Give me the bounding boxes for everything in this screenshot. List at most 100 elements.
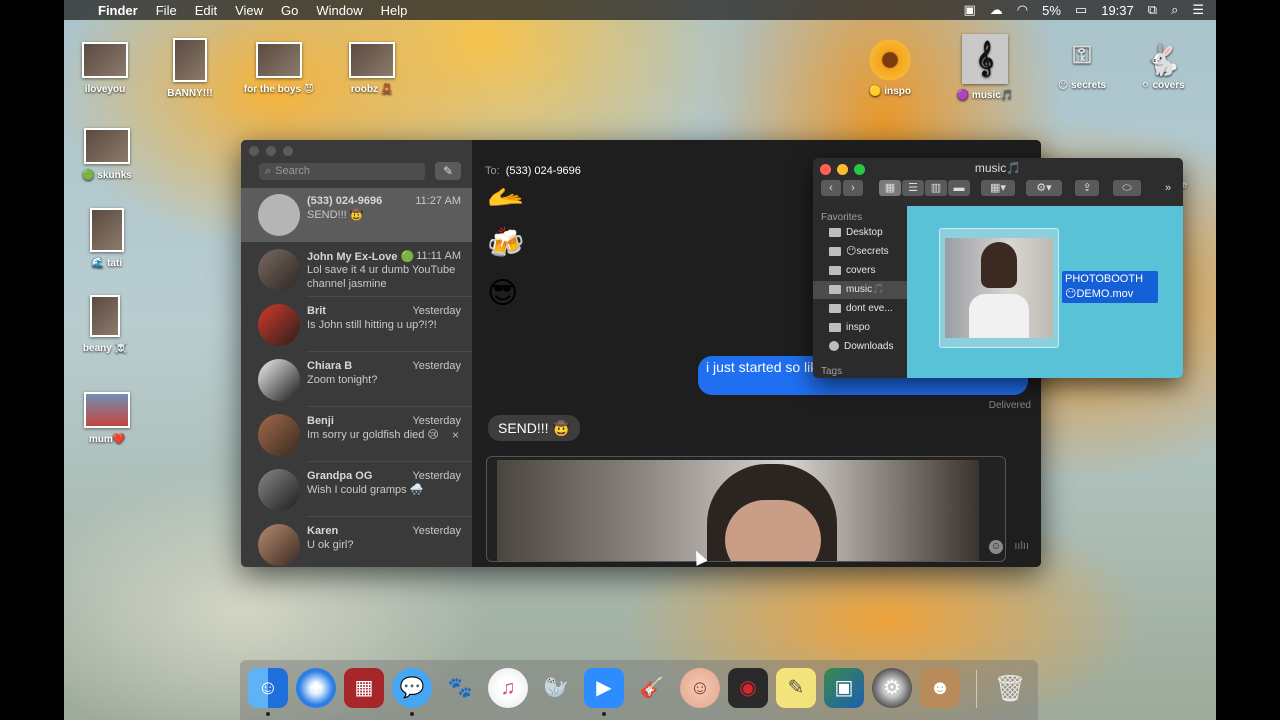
conversation-name: Chiara B <box>307 360 353 372</box>
toolbar-overflow-icon[interactable]: » <box>1161 180 1175 196</box>
itunes-dock-icon[interactable]: ♫ <box>488 668 528 708</box>
sidebar-item-desktop[interactable]: Desktop <box>813 224 907 242</box>
menu-window[interactable]: Window <box>316 3 362 18</box>
creative-cloud-icon[interactable]: ☁ <box>990 2 1003 18</box>
menu-edit[interactable]: Edit <box>195 3 217 18</box>
desktop-icon-secrets[interactable]: ⚿ 😶 secrets <box>1037 42 1127 91</box>
contacts-dock-icon[interactable]: ☻ <box>920 668 960 708</box>
group-button[interactable]: ▦▾ <box>981 180 1015 196</box>
action-gear-button[interactable]: ⚙▾ <box>1026 180 1062 196</box>
zoom-status-icon[interactable]: ▣ <box>963 2 975 18</box>
forward-button[interactable]: › <box>843 180 863 196</box>
conversation-preview: Wish I could gramps 🌨️ <box>307 484 424 496</box>
conversation-time: Yesterday <box>412 470 461 482</box>
tags-button[interactable]: ⬭ <box>1113 180 1141 196</box>
share-button[interactable]: ⇪ <box>1075 180 1099 196</box>
back-button[interactable]: ‹ <box>821 180 841 196</box>
desktop-icon-thumbnail <box>90 295 120 337</box>
desktop-icon-iloveyou[interactable]: iloveyou <box>60 42 150 95</box>
conversation-item[interactable]: Karen Yesterday U ok girl? <box>241 518 472 567</box>
wifi-icon[interactable]: ◠ <box>1017 2 1028 18</box>
conversation-name: John My Ex-Love 🟢 <box>307 251 415 263</box>
menu-file[interactable]: File <box>156 3 177 18</box>
conversation-item[interactable]: Grandpa OG Yesterday Wish I could gramps… <box>241 463 472 517</box>
desktop-icon-mum[interactable]: mum❤️ <box>62 392 152 445</box>
tags-header: Tags <box>821 366 843 377</box>
recipient-field[interactable]: (533) 024-9696 <box>506 165 581 177</box>
screen-mirroring-icon[interactable]: ⧉ <box>1148 2 1157 18</box>
safari-dock-icon[interactable]: ✦ <box>296 668 336 708</box>
photo-booth-2-dock-icon[interactable]: ◉ <box>728 668 768 708</box>
sidebar-item-inspo[interactable]: inspo <box>813 319 907 337</box>
sidebar-item-label: 😶secrets <box>846 246 889 257</box>
conversation-preview: Zoom tonight? <box>307 374 378 386</box>
preview-dock-icon[interactable]: ▣ <box>824 668 864 708</box>
desktop-icon-music[interactable]: 𝄞 🟣 music🎵 <box>940 34 1030 101</box>
photo-booth-dock-icon[interactable]: ▦ <box>344 668 384 708</box>
conversation-item[interactable]: Brit Yesterday Is John still hitting u u… <box>241 298 472 352</box>
desktop-icon-label: BANNY!!! <box>167 88 213 99</box>
garageband-dock-icon[interactable]: 🎸 <box>632 668 672 708</box>
seal-dock-icon[interactable]: 🦭 <box>536 668 576 708</box>
video-attachment-preview <box>497 460 979 561</box>
search-icon: ⌕ <box>265 165 272 177</box>
stickies-dock-icon[interactable]: ✎ <box>776 668 816 708</box>
gallery-view-button[interactable]: ▬ <box>948 180 970 196</box>
compose-button[interactable]: ✎ <box>435 162 461 180</box>
avatar <box>258 194 300 236</box>
desktop-icon-roobz[interactable]: roobz 🧸 <box>327 42 417 95</box>
desktop-icon-covers[interactable]: 🐇 ⚪ covers <box>1118 42 1208 91</box>
desktop-icon-skunks[interactable]: 🟢 skunks <box>62 128 152 181</box>
file-name-label[interactable]: PHOTOBOOTH 😶DEMO.mov <box>1062 271 1158 303</box>
search-input[interactable]: ⌕ Search <box>259 163 425 180</box>
zoom-button[interactable] <box>283 146 293 156</box>
finder-dock-icon[interactable]: ☺ <box>248 668 288 708</box>
desktop-icon-banny[interactable]: BANNY!!! <box>145 38 235 99</box>
desktop-icon-for-the-boys[interactable]: for the boys 😈 <box>234 42 324 95</box>
growl-dock-icon[interactable]: 🐾 <box>440 668 480 708</box>
conversation-item[interactable]: John My Ex-Love 🟢 11:11 AM Lol save it 4… <box>241 243 472 297</box>
sidebar-item-downloads[interactable]: Downloads <box>813 338 907 356</box>
emoji-picker-icon[interactable]: ☺ <box>989 540 1003 554</box>
conversation-item[interactable]: Benji Yesterday Im sorry ur goldfish die… <box>241 408 472 462</box>
close-button[interactable] <box>249 146 259 156</box>
delete-conversation-icon[interactable]: × <box>452 428 459 442</box>
list-view-button[interactable]: ☰ <box>902 180 924 196</box>
minimize-button[interactable] <box>266 146 276 156</box>
zoom-dock-icon[interactable]: ▶ <box>584 668 624 708</box>
desktop-icon-beany[interactable]: beany ☠️ <box>60 295 150 354</box>
face-dock-icon[interactable]: ☺ <box>680 668 720 708</box>
notification-center-icon[interactable]: ☰ <box>1192 2 1204 18</box>
icon-view-button[interactable]: ▦ <box>879 180 901 196</box>
menu-go[interactable]: Go <box>281 3 298 18</box>
avatar <box>258 414 300 456</box>
messages-dock-icon[interactable]: 💬 <box>392 668 432 708</box>
video-file-thumbnail[interactable] <box>939 228 1059 348</box>
key-icon: ⚿ <box>1072 42 1092 69</box>
spotlight-search-icon[interactable]: ⌕ <box>1171 2 1178 18</box>
desktop-icon-inspo[interactable]: 🟡 inspo <box>845 40 935 97</box>
desktop-icon-label: 🌊 tati <box>91 258 123 269</box>
message-input[interactable] <box>486 456 1006 562</box>
conversation-item[interactable]: (533) 024-9696 11:27 AM SEND!!! 🤠 <box>241 188 472 242</box>
sidebar-item-covers[interactable]: covers <box>813 262 907 280</box>
sidebar-item-music[interactable]: music🎵 <box>813 281 907 299</box>
trash-icon[interactable]: 🗑 <box>990 668 1030 708</box>
clock[interactable]: 19:37 <box>1101 3 1134 18</box>
finder-toolbar: ‹ › ▦ ☰ ▥ ▬ ▦▾ ⚙▾ ⇪ ⬭ » <box>813 176 1183 206</box>
desktop-icon-tati[interactable]: 🌊 tati <box>62 208 152 269</box>
system-preferences-dock-icon[interactable]: ⚙ <box>872 668 912 708</box>
menu-app-name[interactable]: Finder <box>98 3 138 18</box>
sidebar-item-secrets[interactable]: 😶secrets <box>813 243 907 261</box>
divider <box>307 461 472 462</box>
sidebar-item-dont-eve[interactable]: dont eve... <box>813 300 907 318</box>
avatar <box>258 469 300 511</box>
audio-message-icon[interactable]: ıılıı <box>1014 540 1029 552</box>
battery-percent[interactable]: 5% <box>1042 3 1061 18</box>
column-view-button[interactable]: ▥ <box>925 180 947 196</box>
conversation-name: Grandpa OG <box>307 470 373 482</box>
menu-help[interactable]: Help <box>381 3 408 18</box>
menu-view[interactable]: View <box>235 3 263 18</box>
battery-icon[interactable]: ▭ <box>1075 2 1087 18</box>
conversation-item[interactable]: Chiara B Yesterday Zoom tonight? <box>241 353 472 407</box>
